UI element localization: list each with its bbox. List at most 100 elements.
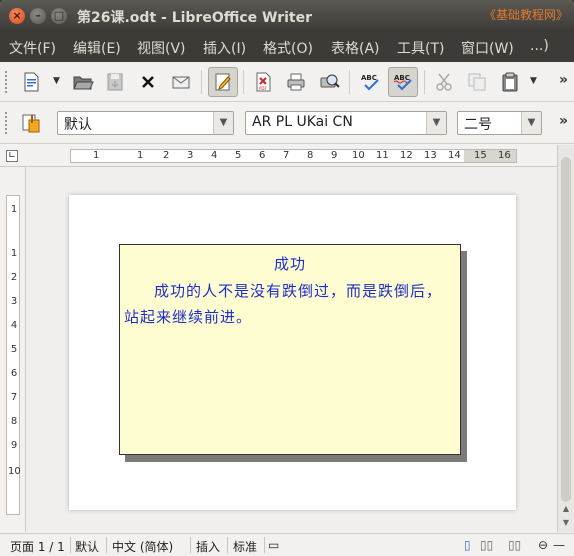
ruler-tick: 9	[331, 150, 338, 161]
cut-button[interactable]	[429, 67, 459, 97]
close-document-button[interactable]	[133, 67, 163, 97]
page-count[interactable]: 页面 1 / 1	[10, 538, 65, 555]
styles-icon	[22, 114, 40, 133]
toolbar-separator	[349, 70, 350, 94]
insert-mode[interactable]: 插入	[196, 538, 220, 555]
paste-button[interactable]	[495, 67, 525, 97]
edit-file-icon	[215, 73, 231, 91]
menu-window[interactable]: 窗口(W)	[461, 38, 514, 58]
scroll-up-icon[interactable]: ▲	[560, 503, 572, 515]
svg-text:PDF: PDF	[259, 86, 267, 91]
scrollbar-thumb[interactable]	[561, 157, 571, 502]
export-pdf-button[interactable]: PDF	[248, 67, 278, 97]
zoom-slider[interactable]: —	[553, 538, 565, 552]
edit-mode-button[interactable]	[208, 67, 238, 97]
status-separator	[70, 537, 71, 553]
chevron-down-icon[interactable]: ▼	[213, 112, 233, 134]
menu-file[interactable]: 文件(F)	[9, 38, 56, 58]
chevron-down-icon[interactable]: ▼	[426, 112, 446, 134]
status-bar: 页面 1 / 1 默认 中文 (简体) 插入 标准 ▭ ▯ ▯▯ ▯▯ ⊖ —	[0, 533, 574, 556]
horizontal-ruler[interactable]: ∟ 1 1 2 3 4 5 6 7 8 9 10 11 12 13 14 15 …	[0, 145, 574, 167]
menu-bar: 文件(F) 编辑(E) 视图(V) 插入(I) 格式(O) 表格(A) 工具(T…	[0, 32, 574, 62]
ruler-tick: 7	[283, 150, 290, 161]
styles-formatting-button[interactable]	[16, 108, 46, 138]
tab-stop-selector[interactable]: ∟	[6, 150, 18, 162]
formatting-toolbar: 默认 ▼ AR PL UKai CN ▼ 二号 ▼ »	[0, 102, 574, 144]
font-size-value: 二号	[464, 117, 492, 133]
print-preview-button[interactable]	[314, 67, 344, 97]
email-document-button[interactable]	[166, 67, 196, 97]
ruler-tick: 5	[235, 150, 242, 161]
vertical-ruler[interactable]: 1 1 2 3 4 5 6 7 8 9 10	[0, 167, 26, 532]
save-button[interactable]	[100, 67, 130, 97]
ruler-tick: 2	[163, 150, 170, 161]
menu-view[interactable]: 视图(V)	[137, 38, 186, 58]
ruler-tick: 7	[10, 392, 18, 403]
minimize-window-button[interactable]: –	[30, 8, 46, 24]
vertical-scrollbar[interactable]: ▲ ▼	[557, 145, 574, 532]
language[interactable]: 中文 (简体)	[112, 538, 173, 555]
frame-title[interactable]: 成功	[120, 253, 460, 274]
spelling-button[interactable]: ABC	[355, 67, 385, 97]
menu-tools[interactable]: 工具(T)	[397, 38, 444, 58]
menu-overflow[interactable]: ...)	[530, 38, 549, 54]
ruler-tick: 16	[498, 150, 511, 161]
chevron-down-icon[interactable]: ▼	[521, 112, 541, 134]
ruler-tick: 11	[376, 150, 389, 161]
spellcheck-icon: ABC	[361, 74, 379, 91]
ruler-tick: 1	[93, 150, 100, 161]
frame-body[interactable]: 成功的人不是没有跌倒过，而是跌倒后，站起来继续前进。	[120, 274, 460, 330]
clipboard-icon	[502, 72, 518, 92]
copy-button[interactable]	[462, 67, 492, 97]
ruler-tick: 8	[307, 150, 314, 161]
ruler-tick: 5	[10, 344, 18, 355]
document-area[interactable]: 成功 成功的人不是没有跌倒过，而是跌倒后，站起来继续前进。	[27, 167, 557, 532]
save-icon	[107, 73, 123, 91]
toolbar-overflow-icon[interactable]: »	[559, 113, 568, 129]
selection-mode[interactable]: 标准	[233, 538, 257, 555]
page-style[interactable]: 默认	[75, 538, 99, 555]
auto-spellcheck-icon: ABC	[393, 74, 412, 91]
writer-window: × – □ 第26课.odt - LibreOffice Writer 《基础教…	[0, 0, 574, 556]
ruler-tick: 12	[400, 150, 413, 161]
new-dropdown-icon[interactable]: ▼	[53, 76, 60, 86]
toolbar-overflow-icon[interactable]: »	[559, 72, 568, 88]
status-separator	[106, 537, 107, 553]
print-button[interactable]	[281, 67, 311, 97]
ruler-tick: 4	[211, 150, 218, 161]
ruler-tick: 6	[10, 368, 18, 379]
book-view-icon[interactable]: ▯▯	[508, 538, 521, 552]
ruler-strip: 1 1 2 3 4 5 6 7 8 9 10 11 12 13 14 15 16	[70, 149, 517, 163]
close-window-button[interactable]: ×	[9, 8, 25, 24]
scissors-icon	[436, 73, 452, 91]
multi-page-view-icon[interactable]: ▯▯	[480, 538, 493, 552]
ruler-tick: 3	[10, 296, 18, 307]
toolbar-grip[interactable]	[5, 112, 8, 134]
menu-format[interactable]: 格式(O)	[263, 38, 313, 58]
toolbar-separator	[201, 70, 202, 94]
zoom-out-icon[interactable]: ⊖	[538, 538, 548, 552]
email-icon	[172, 76, 190, 89]
watermark: 《基础教程网》	[483, 8, 568, 22]
menu-edit[interactable]: 编辑(E)	[73, 38, 121, 58]
menu-table[interactable]: 表格(A)	[331, 38, 380, 58]
copy-icon	[468, 73, 486, 91]
text-frame[interactable]: 成功 成功的人不是没有跌倒过，而是跌倒后，站起来继续前进。	[119, 244, 461, 455]
ruler-tick: 1	[10, 204, 18, 215]
open-button[interactable]	[68, 67, 98, 97]
menu-insert[interactable]: 插入(I)	[203, 38, 246, 58]
toolbar-grip[interactable]	[5, 71, 8, 93]
close-icon	[142, 76, 154, 88]
maximize-window-button[interactable]: □	[51, 8, 67, 24]
paragraph-style-select[interactable]: 默认 ▼	[57, 111, 234, 135]
status-separator	[227, 537, 228, 553]
scroll-down-icon[interactable]: ▼	[560, 517, 572, 529]
auto-spellcheck-button[interactable]: ABC	[388, 67, 418, 97]
document-modified-icon[interactable]: ▭	[268, 538, 279, 552]
new-document-button[interactable]	[16, 67, 46, 97]
single-page-view-icon[interactable]: ▯	[464, 538, 471, 552]
paste-dropdown-icon[interactable]: ▼	[530, 76, 537, 86]
ruler-tick: 4	[10, 320, 18, 331]
font-name-select[interactable]: AR PL UKai CN ▼	[245, 111, 447, 135]
font-size-select[interactable]: 二号 ▼	[457, 111, 542, 135]
